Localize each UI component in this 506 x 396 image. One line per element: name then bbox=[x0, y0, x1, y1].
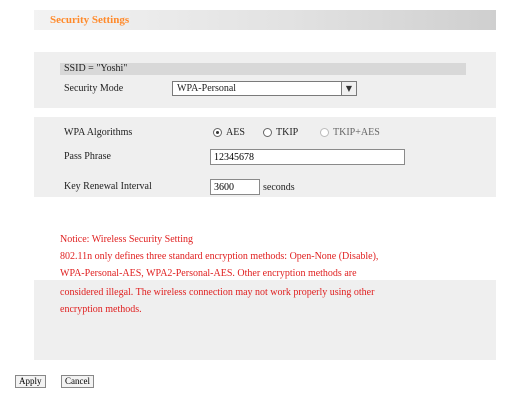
notice-line-4: encryption methods. bbox=[60, 304, 142, 315]
key-renewal-field[interactable] bbox=[210, 179, 260, 195]
apply-button[interactable]: Apply bbox=[15, 375, 46, 388]
notice-line-1: 802.11n only defines three standard encr… bbox=[60, 251, 379, 262]
wpa-algorithms-label: WPA Algorithms bbox=[64, 127, 133, 138]
notice-line-3: considered illegal. The wireless connect… bbox=[60, 287, 375, 298]
notice-title: Notice: Wireless Security Setting bbox=[60, 234, 193, 245]
radio-aes-label: AES bbox=[226, 127, 245, 138]
security-mode-label: Security Mode bbox=[64, 83, 124, 94]
radio-tkip-aes-label: TKIP+AES bbox=[333, 127, 380, 138]
notice-line-2: WPA-Personal-AES, WPA2-Personal-AES. Oth… bbox=[60, 268, 357, 279]
key-renewal-label: Key Renewal Interval bbox=[64, 181, 152, 192]
key-renewal-unit: seconds bbox=[263, 182, 295, 193]
security-mode-value: WPA-Personal bbox=[177, 83, 237, 94]
cancel-button[interactable]: Cancel bbox=[61, 375, 94, 388]
pass-phrase-input[interactable] bbox=[211, 150, 404, 164]
key-renewal-input[interactable] bbox=[211, 180, 259, 194]
radio-tkip-aes[interactable] bbox=[320, 128, 329, 137]
pass-phrase-field[interactable] bbox=[210, 149, 405, 165]
radio-tkip[interactable] bbox=[263, 128, 272, 137]
section-header: Security Settings bbox=[34, 10, 496, 30]
radio-aes[interactable] bbox=[213, 128, 222, 137]
security-mode-select[interactable]: WPA-Personal ▼ bbox=[172, 81, 357, 96]
ssid-label: SSID = "Yoshi" bbox=[64, 63, 128, 74]
page-title: Security Settings bbox=[50, 14, 130, 26]
radio-tkip-label: TKIP bbox=[276, 127, 299, 138]
pass-phrase-label: Pass Phrase bbox=[64, 151, 111, 162]
chevron-down-icon[interactable]: ▼ bbox=[341, 82, 356, 95]
form-panel-mode bbox=[34, 52, 496, 108]
